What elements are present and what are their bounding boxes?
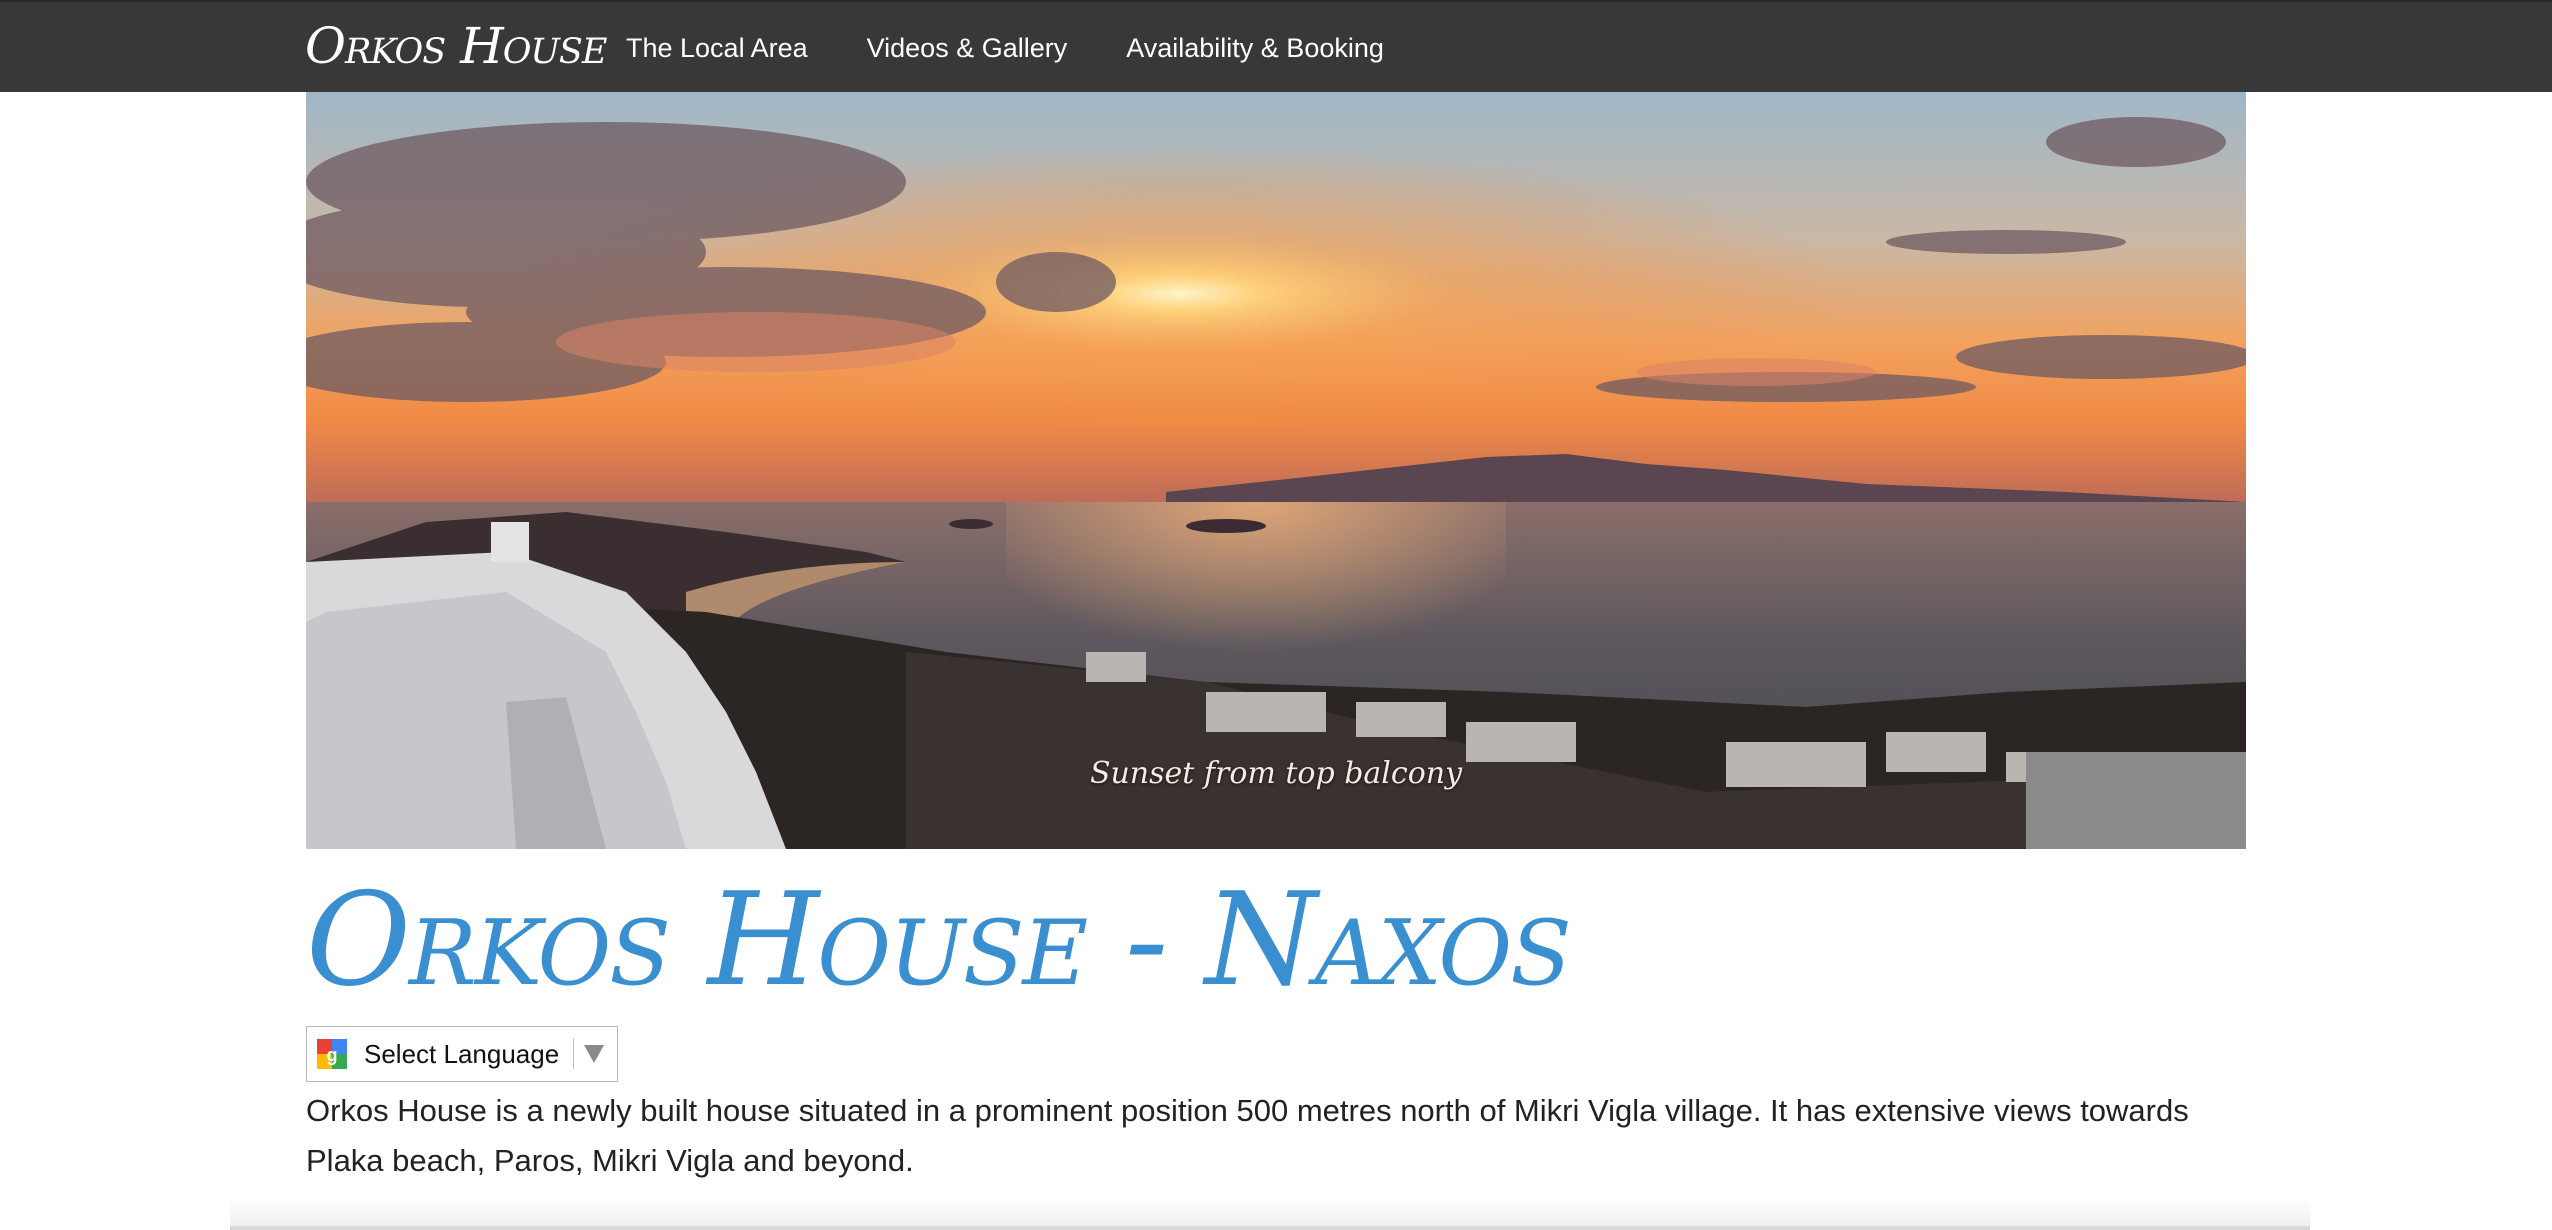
top-navbar: Orkos House The Local Area Videos & Gall… (0, 0, 2552, 92)
nav-link-availability-booking[interactable]: Availability & Booking (1126, 33, 1384, 64)
page-title: Orkos House - Naxos (306, 866, 1572, 1015)
google-translate-select[interactable]: g Select Language (306, 1026, 618, 1082)
hero-caption: Sunset from top balcony (1089, 756, 1463, 791)
google-translate-icon: g (315, 1037, 349, 1071)
nav-link-videos-gallery[interactable]: Videos & Gallery (867, 33, 1068, 64)
brand-logo-link[interactable]: Orkos House (305, 16, 607, 76)
intro-paragraph: Orkos House is a newly built house situa… (306, 1093, 2189, 1178)
select-divider (573, 1039, 575, 1069)
dropdown-arrow-icon (584, 1045, 605, 1063)
content-panel-edge (230, 1226, 2310, 1230)
nav-links: The Local Area Videos & Gallery Availabi… (626, 2, 1443, 94)
select-language-label: Select Language (364, 1038, 560, 1069)
hero-sunset-image (306, 92, 2246, 849)
hero-carousel[interactable]: Sunset from top balcony (306, 92, 2246, 849)
nav-link-local-area[interactable]: The Local Area (626, 33, 808, 64)
svg-text:g: g (327, 1045, 338, 1065)
